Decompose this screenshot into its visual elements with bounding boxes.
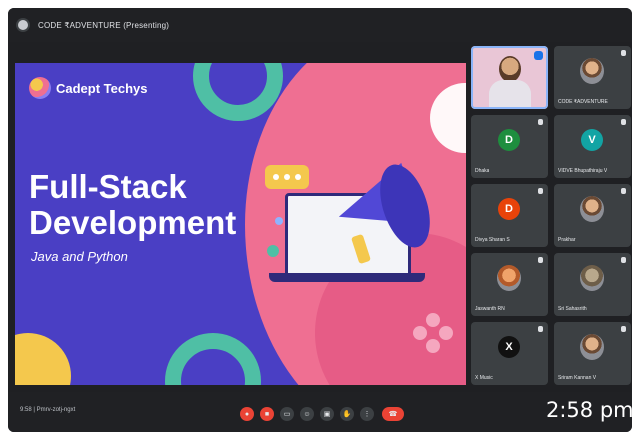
meeting-controls-bar: 9:58 | Pmrv-zotj-ngxt ● ■ ▭ ☺ ▣ ✋ ⋮ ☎ [8, 392, 632, 432]
participant-avatar: D [498, 198, 520, 220]
participant-tile[interactable]: D Dhaka [471, 115, 548, 178]
participant-name: X Music [475, 375, 493, 381]
clock-overlay: 2:58 pm [546, 398, 634, 422]
meet-app-icon [18, 20, 28, 30]
mic-muted-icon [621, 50, 626, 56]
logo-mark-icon [29, 77, 51, 99]
mic-muted-icon [538, 326, 543, 332]
mic-muted-icon [538, 188, 543, 194]
mic-muted-icon [621, 188, 626, 194]
logo-text: Cadept Techys [56, 80, 148, 96]
slide-subtitle: Java and Python [31, 249, 128, 264]
chat-bubble-icon [265, 165, 309, 189]
presentation-slide: Cadept Techys Full-Stack Development Jav… [15, 63, 466, 385]
meet-window: CODE ₹ADVENTURE (Presenting) Cadept Tech… [8, 8, 632, 432]
participant-tile-presenter[interactable] [471, 46, 548, 109]
slide-heading-line1: Full-Stack [29, 168, 187, 205]
participant-name: Prakhar [558, 237, 576, 243]
participant-avatar: X [498, 336, 520, 358]
mic-muted-icon [621, 326, 626, 332]
laptop-base [269, 273, 425, 282]
mic-muted-icon [621, 257, 626, 263]
mic-muted-icon [538, 119, 543, 125]
notification-dot-icon [267, 245, 279, 257]
raise-hand-button[interactable]: ✋ [340, 407, 354, 421]
slide-decoration [165, 333, 261, 385]
participant-tile[interactable]: Sriram Kannan V [554, 322, 631, 385]
participant-tile[interactable]: D Divya Sharan S [471, 184, 548, 247]
emoji-button[interactable]: ☺ [300, 407, 314, 421]
participant-avatar [580, 265, 604, 291]
slide-decoration [193, 63, 283, 121]
participant-tile[interactable]: V VIDVE Bhupathiraju V [554, 115, 631, 178]
participant-tile[interactable]: Jaswanth RN [471, 253, 548, 316]
mic-muted-icon [538, 257, 543, 263]
participant-avatar [580, 58, 604, 84]
participant-tile[interactable]: Sri Sahasrith [554, 253, 631, 316]
mic-off-button[interactable]: ● [240, 407, 254, 421]
participant-tile[interactable]: Prakhar [554, 184, 631, 247]
window-title: CODE ₹ADVENTURE (Presenting) [38, 20, 170, 30]
mic-muted-icon [621, 119, 626, 125]
laptop-megaphone-illustration [255, 153, 455, 313]
participant-avatar: D [498, 129, 520, 151]
participant-avatar [580, 334, 604, 360]
participant-tile[interactable]: X X Music [471, 322, 548, 385]
title-bar: CODE ₹ADVENTURE (Presenting) [8, 8, 632, 42]
slide-decoration [15, 333, 71, 385]
participant-name: Dhaka [475, 168, 490, 174]
participant-name: Sriram Kannan V [558, 375, 597, 381]
participant-avatar [580, 196, 604, 222]
participant-name: Sri Sahasrith [558, 306, 587, 312]
leave-call-button[interactable]: ☎ [382, 407, 404, 421]
present-screen-button[interactable]: ▣ [320, 407, 334, 421]
participant-name: VIDVE Bhupathiraju V [558, 168, 608, 174]
notification-dot-icon [275, 217, 283, 225]
slide-heading: Full-Stack Development [29, 169, 236, 241]
participant-name: Divya Sharan S [475, 237, 510, 243]
more-options-button[interactable]: ⋮ [360, 407, 374, 421]
participant-name: CODE ₹ADVENTURE [558, 99, 608, 105]
slide-heading-line2: Development [29, 204, 237, 241]
meeting-info: 9:58 | Pmrv-zotj-ngxt [20, 407, 76, 413]
camera-off-button[interactable]: ■ [260, 407, 274, 421]
company-logo: Cadept Techys [29, 77, 148, 99]
participant-name: Jaswanth RN [475, 306, 505, 312]
captions-button[interactable]: ▭ [280, 407, 294, 421]
participant-avatar [497, 265, 521, 291]
participant-avatar: V [581, 129, 603, 151]
flower-decoration-icon [413, 313, 453, 353]
active-speaker-frame [471, 46, 548, 109]
participant-tile[interactable]: CODE ₹ADVENTURE [554, 46, 631, 109]
